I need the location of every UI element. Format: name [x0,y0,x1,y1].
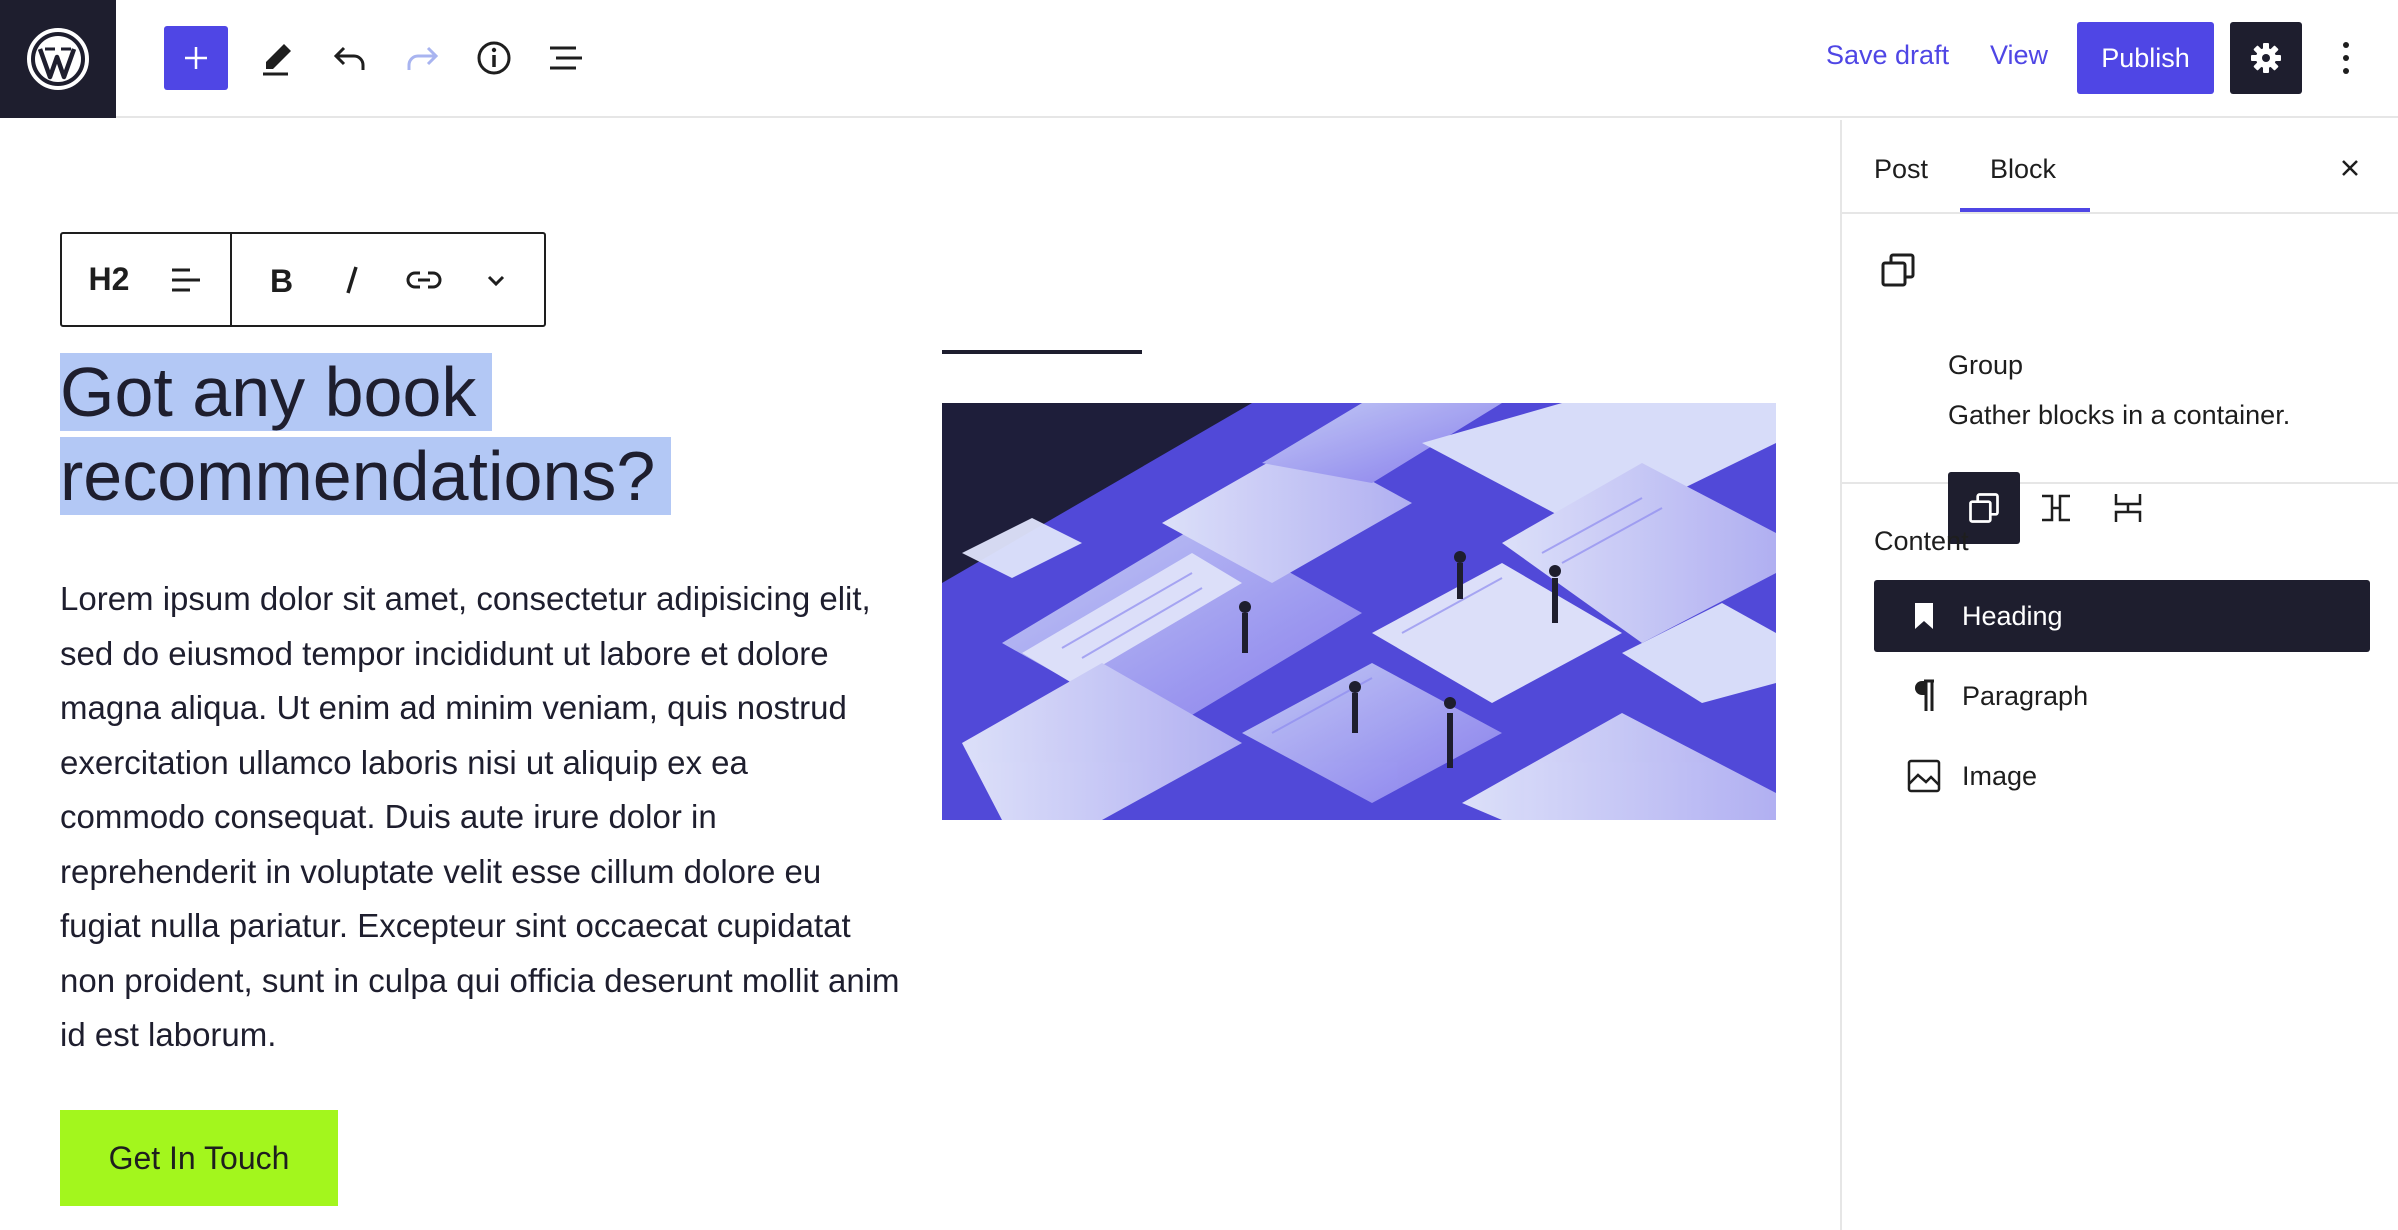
content-section-title: Content [1874,526,1969,556]
info-icon [477,41,511,75]
bold-icon: B [270,263,293,298]
content-item-label: Image [1962,760,2038,791]
editor-top-bar: Save draft View Publish [0,0,2398,118]
editor-canvas[interactable]: H2 B Got any book recommendations? Lorem… [0,120,1840,1230]
group-icon [1881,253,1915,287]
block-description: Gather blocks in a container. [1948,400,2291,430]
gear-icon [2251,43,2281,73]
block-toolbar: H2 B [60,232,546,327]
italic-icon [346,265,358,294]
undo-icon [333,46,365,70]
align-icon [172,268,200,291]
close-icon [2342,160,2358,176]
content-item-label: Paragraph [1962,680,2089,711]
content-item-paragraph[interactable]: Paragraph [1874,660,2370,732]
bookmark-icon [1894,580,1954,652]
save-draft-button[interactable]: Save draft [1826,40,1949,71]
variation-row-button[interactable] [2020,472,2092,544]
wordpress-logo-icon [27,28,89,90]
get-in-touch-button[interactable]: Get In Touch [60,1110,338,1206]
list-view-button[interactable] [534,26,598,90]
publish-button[interactable]: Publish [2077,22,2214,94]
view-button[interactable]: View [1990,40,2048,71]
list-view-icon [550,46,582,70]
align-button[interactable] [156,250,216,310]
block-card: Group Gather blocks in a container. [1842,214,2398,544]
heading-level-button[interactable]: H2 [62,261,156,298]
link-icon [406,271,442,288]
row-icon [2042,494,2070,522]
chevron-down-icon [487,275,505,286]
paragraph-block[interactable]: Lorem ipsum dolor sit amet, consectetur … [60,572,900,1063]
link-button[interactable] [394,250,454,310]
more-vertical-icon [2343,42,2349,74]
settings-sidebar: Post Block Group Gather blocks in a cont… [1840,120,2398,1230]
image-icon [1894,740,1954,812]
options-menu-button[interactable] [2326,26,2366,90]
isometric-illustration [942,403,1776,820]
more-rich-text-button[interactable] [466,250,526,310]
block-toolbar-heading-group: H2 [62,234,232,325]
redo-button[interactable] [390,26,454,90]
close-sidebar-button[interactable] [2330,148,2370,188]
heading-selected-text: Got any book recommendations? [60,353,672,515]
tab-post[interactable]: Post [1874,154,1928,185]
group-icon [1969,493,1999,523]
details-button[interactable] [462,26,526,90]
variation-stack-button[interactable] [2092,472,2164,544]
italic-button[interactable] [322,250,382,310]
wordpress-logo[interactable] [0,0,116,118]
sidebar-tabs: Post Block [1842,120,2398,214]
tools-button[interactable] [246,26,310,90]
settings-button[interactable] [2230,22,2302,94]
heading-text[interactable]: Got any book recommendations? [60,350,780,518]
heading-block[interactable]: Got any book recommendations? [60,350,780,518]
separator-block[interactable] [942,350,1142,354]
pilcrow-icon [1894,660,1954,732]
tab-block[interactable]: Block [1990,154,2056,185]
plus-icon [185,47,207,69]
pencil-icon [263,44,291,76]
content-item-image[interactable]: Image [1874,740,2370,812]
add-block-button[interactable] [164,26,228,90]
bold-button[interactable]: B [250,250,310,310]
block-title: Group [1948,350,2024,380]
content-item-heading[interactable]: Heading [1874,580,2370,652]
undo-button[interactable] [318,26,382,90]
stack-icon [2114,494,2142,522]
redo-icon [407,46,439,70]
group-variations [1948,472,2164,544]
svg-text:B: B [270,263,293,298]
image-block[interactable] [942,403,1776,820]
active-tab-indicator [1960,208,2090,212]
content-item-label: Heading [1962,600,2063,631]
block-toolbar-format-group: B [232,234,526,325]
